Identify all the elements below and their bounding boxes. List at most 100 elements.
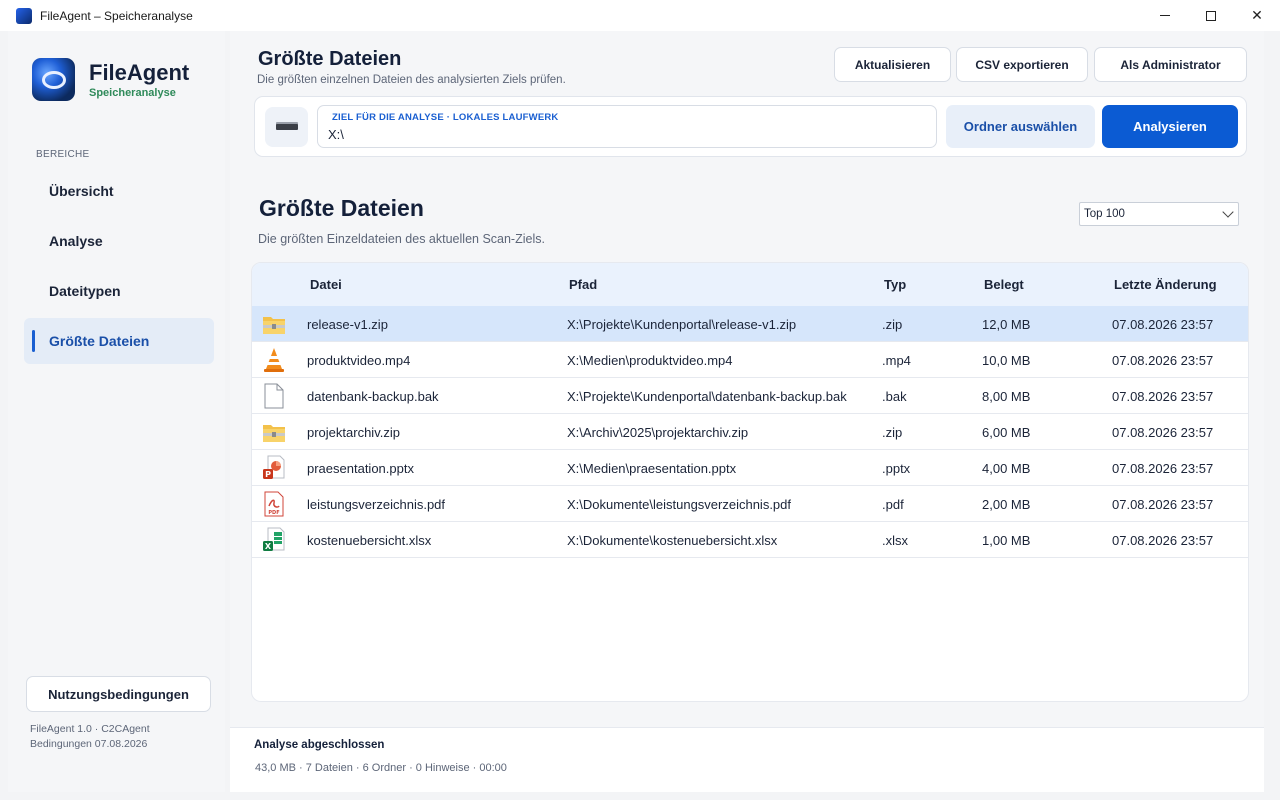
file-type: .mp4 — [882, 353, 911, 368]
target-panel: ZIEL FÜR DIE ANALYSE · LOKALES LAUFWERK … — [254, 96, 1247, 157]
table-row[interactable]: PDF leistungsverzeichnis.pdf X:\Dokument… — [252, 486, 1248, 522]
file-modified: 07.08.2026 23:57 — [1112, 353, 1214, 368]
file-name: datenbank-backup.bak — [307, 389, 439, 404]
app-name: FileAgent — [89, 60, 190, 85]
close-button[interactable]: ✕ — [1234, 0, 1280, 31]
file-name: kostenuebersicht.xlsx — [307, 533, 432, 548]
table-row[interactable]: release-v1.zip X:\Projekte\Kundenportal\… — [252, 306, 1248, 342]
version-info: FileAgent 1.0 · C2CAgent Bedingungen 07.… — [30, 722, 150, 752]
maximize-icon — [1206, 10, 1216, 21]
file-size: 12,0 MB — [982, 317, 1031, 332]
table-header: Datei Pfad Typ Belegt Letzte Änderung — [252, 263, 1248, 306]
file-path: X:\Dokumente\leistungsverzeichnis.pdf — [567, 497, 792, 512]
zip-folder-icon — [263, 425, 285, 442]
sidebar-nav: Übersicht Analyse Dateitypen Größte Date… — [24, 168, 214, 368]
sidebar-item-dateitypen[interactable]: Dateitypen — [24, 268, 214, 314]
file-modified: 07.08.2026 23:57 — [1112, 497, 1214, 512]
file-path: X:\Dokumente\kostenuebersicht.xlsx — [567, 533, 778, 548]
file-size: 2,00 MB — [982, 497, 1031, 512]
nav-section-label: BEREICHE — [36, 149, 90, 160]
choose-folder-button[interactable]: Ordner auswählen — [946, 105, 1095, 148]
pdf-icon: PDF — [264, 491, 284, 517]
file-type: .zip — [882, 317, 903, 332]
sidebar: FileAgent Speicheranalyse BEREICHE Übers… — [8, 31, 225, 792]
app-icon — [16, 7, 32, 24]
top-n-select[interactable]: Top 100 — [1079, 202, 1239, 226]
file-path: X:\Medien\praesentation.pptx — [567, 461, 737, 476]
file-name: leistungsverzeichnis.pdf — [307, 497, 446, 512]
file-modified: 07.08.2026 23:57 — [1112, 425, 1214, 440]
minimize-button[interactable] — [1142, 0, 1188, 31]
file-type: .xlsx — [882, 533, 908, 548]
table-row[interactable]: produktvideo.mp4 X:\Medien\produktvideo.… — [252, 342, 1248, 378]
file-type: .zip — [882, 425, 903, 440]
file-size: 8,00 MB — [982, 389, 1031, 404]
file-name: release-v1.zip — [307, 317, 388, 332]
column-header-path[interactable]: Pfad — [569, 277, 597, 292]
file-size: 10,0 MB — [982, 353, 1031, 368]
table-row[interactable]: projektarchiv.zip X:\Archiv\2025\projekt… — [252, 414, 1248, 450]
largest-files-table: Datei Pfad Typ Belegt Letzte Änderung re… — [251, 262, 1249, 702]
section-subtitle: Die größten Einzeldateien des aktuellen … — [258, 232, 545, 246]
powerpoint-icon: P — [263, 455, 285, 479]
target-input-value: X:\ — [328, 127, 344, 142]
app-subtitle: Speicheranalyse — [89, 87, 176, 99]
column-header-type[interactable]: Typ — [884, 277, 906, 292]
page-subtitle: Die größten einzelnen Dateien des analys… — [257, 74, 566, 86]
file-modified: 07.08.2026 23:57 — [1112, 533, 1214, 548]
file-type: .pptx — [882, 461, 911, 476]
file-path: X:\Archiv\2025\projektarchiv.zip — [567, 425, 749, 440]
file-modified: 07.08.2026 23:57 — [1112, 389, 1214, 404]
page-title: Größte Dateien — [258, 48, 402, 70]
target-input[interactable]: ZIEL FÜR DIE ANALYSE · LOKALES LAUFWERK … — [317, 105, 937, 148]
file-name: produktvideo.mp4 — [307, 353, 411, 368]
excel-icon: X — [263, 527, 285, 551]
chevron-down-icon — [1222, 206, 1234, 218]
file-size: 6,00 MB — [982, 425, 1031, 440]
terms-button[interactable]: Nutzungsbedingungen — [26, 676, 211, 712]
maximize-button[interactable] — [1188, 0, 1234, 31]
file-modified: 07.08.2026 23:57 — [1112, 461, 1214, 476]
table-row[interactable]: datenbank-backup.bak X:\Projekte\Kundenp… — [252, 378, 1248, 414]
window-title: FileAgent – Speicheranalyse — [40, 8, 193, 23]
sidebar-item-analyse[interactable]: Analyse — [24, 218, 214, 264]
section-title: Größte Dateien — [259, 195, 424, 221]
app-window: FileAgent – Speicheranalyse ✕ FileAgent … — [0, 0, 1280, 800]
target-input-label: ZIEL FÜR DIE ANALYSE · LOKALES LAUFWERK — [332, 112, 559, 123]
top-n-value: Top 100 — [1084, 208, 1125, 220]
terms-date-line: Bedingungen 07.08.2026 — [30, 738, 148, 750]
svg-text:X: X — [265, 542, 272, 551]
drive-icon — [265, 107, 308, 147]
file-type: .pdf — [882, 497, 904, 512]
sidebar-item-uebersicht[interactable]: Übersicht — [24, 168, 214, 214]
file-path: X:\Projekte\Kundenportal\release-v1.zip — [567, 317, 797, 332]
title-bar: FileAgent – Speicheranalyse ✕ — [0, 0, 1280, 31]
run-as-admin-button[interactable]: Als Administrator — [1094, 47, 1247, 82]
analyze-button[interactable]: Analysieren — [1102, 105, 1238, 148]
column-header-file[interactable]: Datei — [310, 277, 342, 292]
table-row[interactable]: P praesentation.pptx X:\Medien\praesenta… — [252, 450, 1248, 486]
sidebar-item-groesste-dateien[interactable]: Größte Dateien — [24, 318, 214, 364]
close-icon: ✕ — [1251, 7, 1263, 23]
table-row[interactable]: X kostenuebersicht.xlsx X:\Dokumente\kos… — [252, 522, 1248, 558]
file-modified: 07.08.2026 23:57 — [1112, 317, 1214, 332]
export-csv-button[interactable]: CSV exportieren — [956, 47, 1088, 82]
main-content: Größte Dateien Die größten einzelnen Dat… — [230, 31, 1264, 792]
version-line: FileAgent 1.0 · C2CAgent — [30, 723, 150, 735]
status-info: 43,0 MB · 7 Dateien · 6 Ordner · 0 Hinwe… — [255, 762, 507, 774]
minimize-icon — [1160, 15, 1170, 16]
brand: FileAgent Speicheranalyse — [32, 58, 189, 101]
status-bar: Analyse abgeschlossen 43,0 MB · 7 Dateie… — [230, 727, 1264, 792]
column-header-modified[interactable]: Letzte Änderung — [1114, 277, 1217, 292]
status-title: Analyse abgeschlossen — [254, 739, 385, 751]
svg-text:PDF: PDF — [268, 510, 279, 516]
file-size: 4,00 MB — [982, 461, 1031, 476]
file-path: X:\Projekte\Kundenportal\datenbank-backu… — [567, 389, 847, 404]
column-header-size[interactable]: Belegt — [984, 277, 1024, 292]
vlc-cone-icon — [264, 348, 284, 372]
zip-folder-icon — [263, 317, 285, 334]
refresh-button[interactable]: Aktualisieren — [834, 47, 951, 82]
file-type: .bak — [882, 389, 907, 404]
svg-text:P: P — [265, 470, 271, 479]
fileagent-logo-icon — [32, 58, 75, 101]
